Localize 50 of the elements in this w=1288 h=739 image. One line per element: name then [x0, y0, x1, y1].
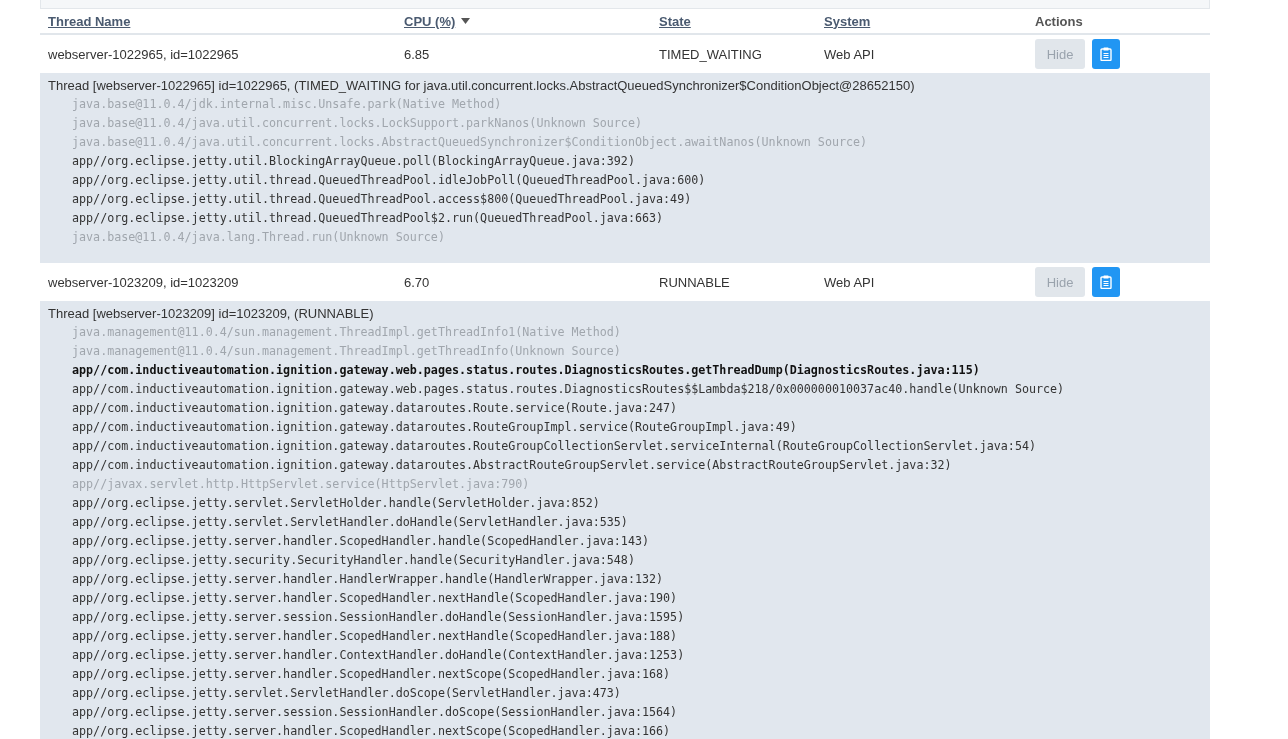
- column-header[interactable]: System: [824, 13, 871, 29]
- table-cell-text: Web API: [824, 46, 876, 62]
- stack-frame: app//org.eclipse.jetty.server.handler.ScopedHandler.nextHandle(ScopedHandler.java:188): [48, 627, 678, 646]
- stack-frame: app//com.inductiveautomation.ignition.gateway.dataroutes.RouteGroupCollectionServlet.serviceInternal(RouteGroupCollectionServlet.java:54): [48, 437, 1036, 456]
- table-cell-text: 6.85: [404, 46, 431, 62]
- column-header[interactable]: CPU (%): [404, 13, 471, 29]
- stack-frame: app//org.eclipse.jetty.util.BlockingArrayQueue.poll(BlockingArrayQueue.java:392): [48, 152, 635, 171]
- stack-frame: app//com.inductiveautomation.ignition.gateway.web.pages.status.routes.DiagnosticsRoutes$$Lambda$218/0x000000010037ac40.handle(Unknown Source): [48, 380, 1065, 399]
- stack-frame: app//org.eclipse.jetty.server.session.SessionHandler.doScope(SessionHandler.java:1564): [48, 703, 678, 722]
- copy-button[interactable]: [1092, 267, 1120, 297]
- stack-frame: app//org.eclipse.jetty.security.SecurityHandler.handle(SecurityHandler.java:548): [48, 551, 635, 570]
- stack-frame: java.base@11.0.4/jdk.internal.misc.Unsafe.park(Native Method): [48, 95, 502, 114]
- stack-frame: app//com.inductiveautomation.ignition.gateway.dataroutes.Route.service(Route.java:247): [48, 399, 678, 418]
- stack-frame: app//org.eclipse.jetty.servlet.ServletHandler.doHandle(ServletHandler.java:535): [48, 513, 628, 532]
- thread-title: Thread [webserver-1022965] id=1022965, (TIMED_WAITING for java.util.concurrent.locks.AbstractQueuedSynchronizer$ConditionObject@28652150): [48, 77, 916, 95]
- table-cell-text: webserver-1022965, id=1022965: [48, 46, 240, 62]
- stack-frame: app//org.eclipse.jetty.util.thread.QueuedThreadPool.idleJobPoll(QueuedThreadPool.java:600): [48, 171, 706, 190]
- stack-frame: app//javax.servlet.http.HttpServlet.service(HttpServlet.java:790): [48, 475, 530, 494]
- stack-frame: app//org.eclipse.jetty.server.handler.ScopedHandler.nextHandle(ScopedHandler.java:190): [48, 589, 678, 608]
- stack-frame: app//com.inductiveautomation.ignition.gateway.dataroutes.AbstractRouteGroupServlet.service(AbstractRouteGroupServlet.java:32): [48, 456, 952, 475]
- stack-frame: java.management@11.0.4/sun.management.ThreadImpl.getThreadInfo1(Native Method): [48, 323, 621, 342]
- table-cell-text: TIMED_WAITING: [659, 46, 763, 62]
- stack-frame: app//com.inductiveautomation.ignition.gateway.dataroutes.RouteGroupImpl.service(RouteGroupImpl.java:49): [48, 418, 797, 437]
- clipboard-icon: [1100, 275, 1112, 289]
- stack-frame: java.base@11.0.4/java.util.concurrent.locks.AbstractQueuedSynchronizer$ConditionObject.awaitNanos(Unknown Source): [48, 133, 868, 152]
- stack-frame: app//org.eclipse.jetty.util.thread.QueuedThreadPool$2.run(QueuedThreadPool.java:663): [48, 209, 664, 228]
- clipboard-icon: [1100, 47, 1112, 61]
- stack-frame: app//org.eclipse.jetty.server.handler.ContextHandler.doHandle(ContextHandler.java:1253): [48, 646, 685, 665]
- stack-frame: java.management@11.0.4/sun.management.ThreadImpl.getThreadInfo(Unknown Source): [48, 342, 621, 361]
- table-cell-text: webserver-1023209, id=1023209: [48, 274, 240, 290]
- stack-frame: app//org.eclipse.jetty.server.handler.HandlerWrapper.handle(HandlerWrapper.java:132): [48, 570, 664, 589]
- sort-down-icon: [461, 18, 471, 24]
- thread-title: Thread [webserver-1023209] id=1023209, (RUNNABLE): [48, 305, 375, 323]
- column-header: Actions: [1035, 13, 1083, 29]
- table-cell-text: 6.70: [404, 274, 431, 290]
- stack-frame: app//org.eclipse.jetty.server.handler.ScopedHandler.nextScope(ScopedHandler.java:168): [48, 665, 671, 684]
- stack-frame: app//org.eclipse.jetty.util.thread.QueuedThreadPool.access$800(QueuedThreadPool.java:49): [48, 190, 692, 209]
- table-cell-text: RUNNABLE: [659, 274, 731, 290]
- stack-frame: app//org.eclipse.jetty.server.handler.ScopedHandler.handle(ScopedHandler.java:143): [48, 532, 649, 551]
- stack-frame: app//org.eclipse.jetty.servlet.ServletHandler.doScope(ServletHandler.java:473): [48, 684, 621, 703]
- table-cell-text: Web API: [824, 274, 876, 290]
- stack-frame: app//com.inductiveautomation.ignition.gateway.web.pages.status.routes.DiagnosticsRoutes.getThreadDump(DiagnosticsRoutes.java:115): [48, 361, 980, 380]
- stack-frame: app//org.eclipse.jetty.servlet.ServletHolder.handle(ServletHolder.java:852): [48, 494, 600, 513]
- column-header[interactable]: State: [659, 13, 691, 29]
- stack-frame: app//org.eclipse.jetty.server.handler.ScopedHandler.nextScope(ScopedHandler.java:166): [48, 722, 671, 739]
- stack-frame: java.base@11.0.4/java.lang.Thread.run(Unknown Source): [48, 228, 445, 247]
- stack-frame: java.base@11.0.4/java.util.concurrent.locks.LockSupport.parkNanos(Unknown Source): [48, 114, 642, 133]
- copy-button[interactable]: [1092, 39, 1120, 69]
- stack-frame: app//org.eclipse.jetty.server.session.SessionHandler.doHandle(SessionHandler.java:1595): [48, 608, 685, 627]
- column-header[interactable]: Thread Name: [48, 13, 131, 29]
